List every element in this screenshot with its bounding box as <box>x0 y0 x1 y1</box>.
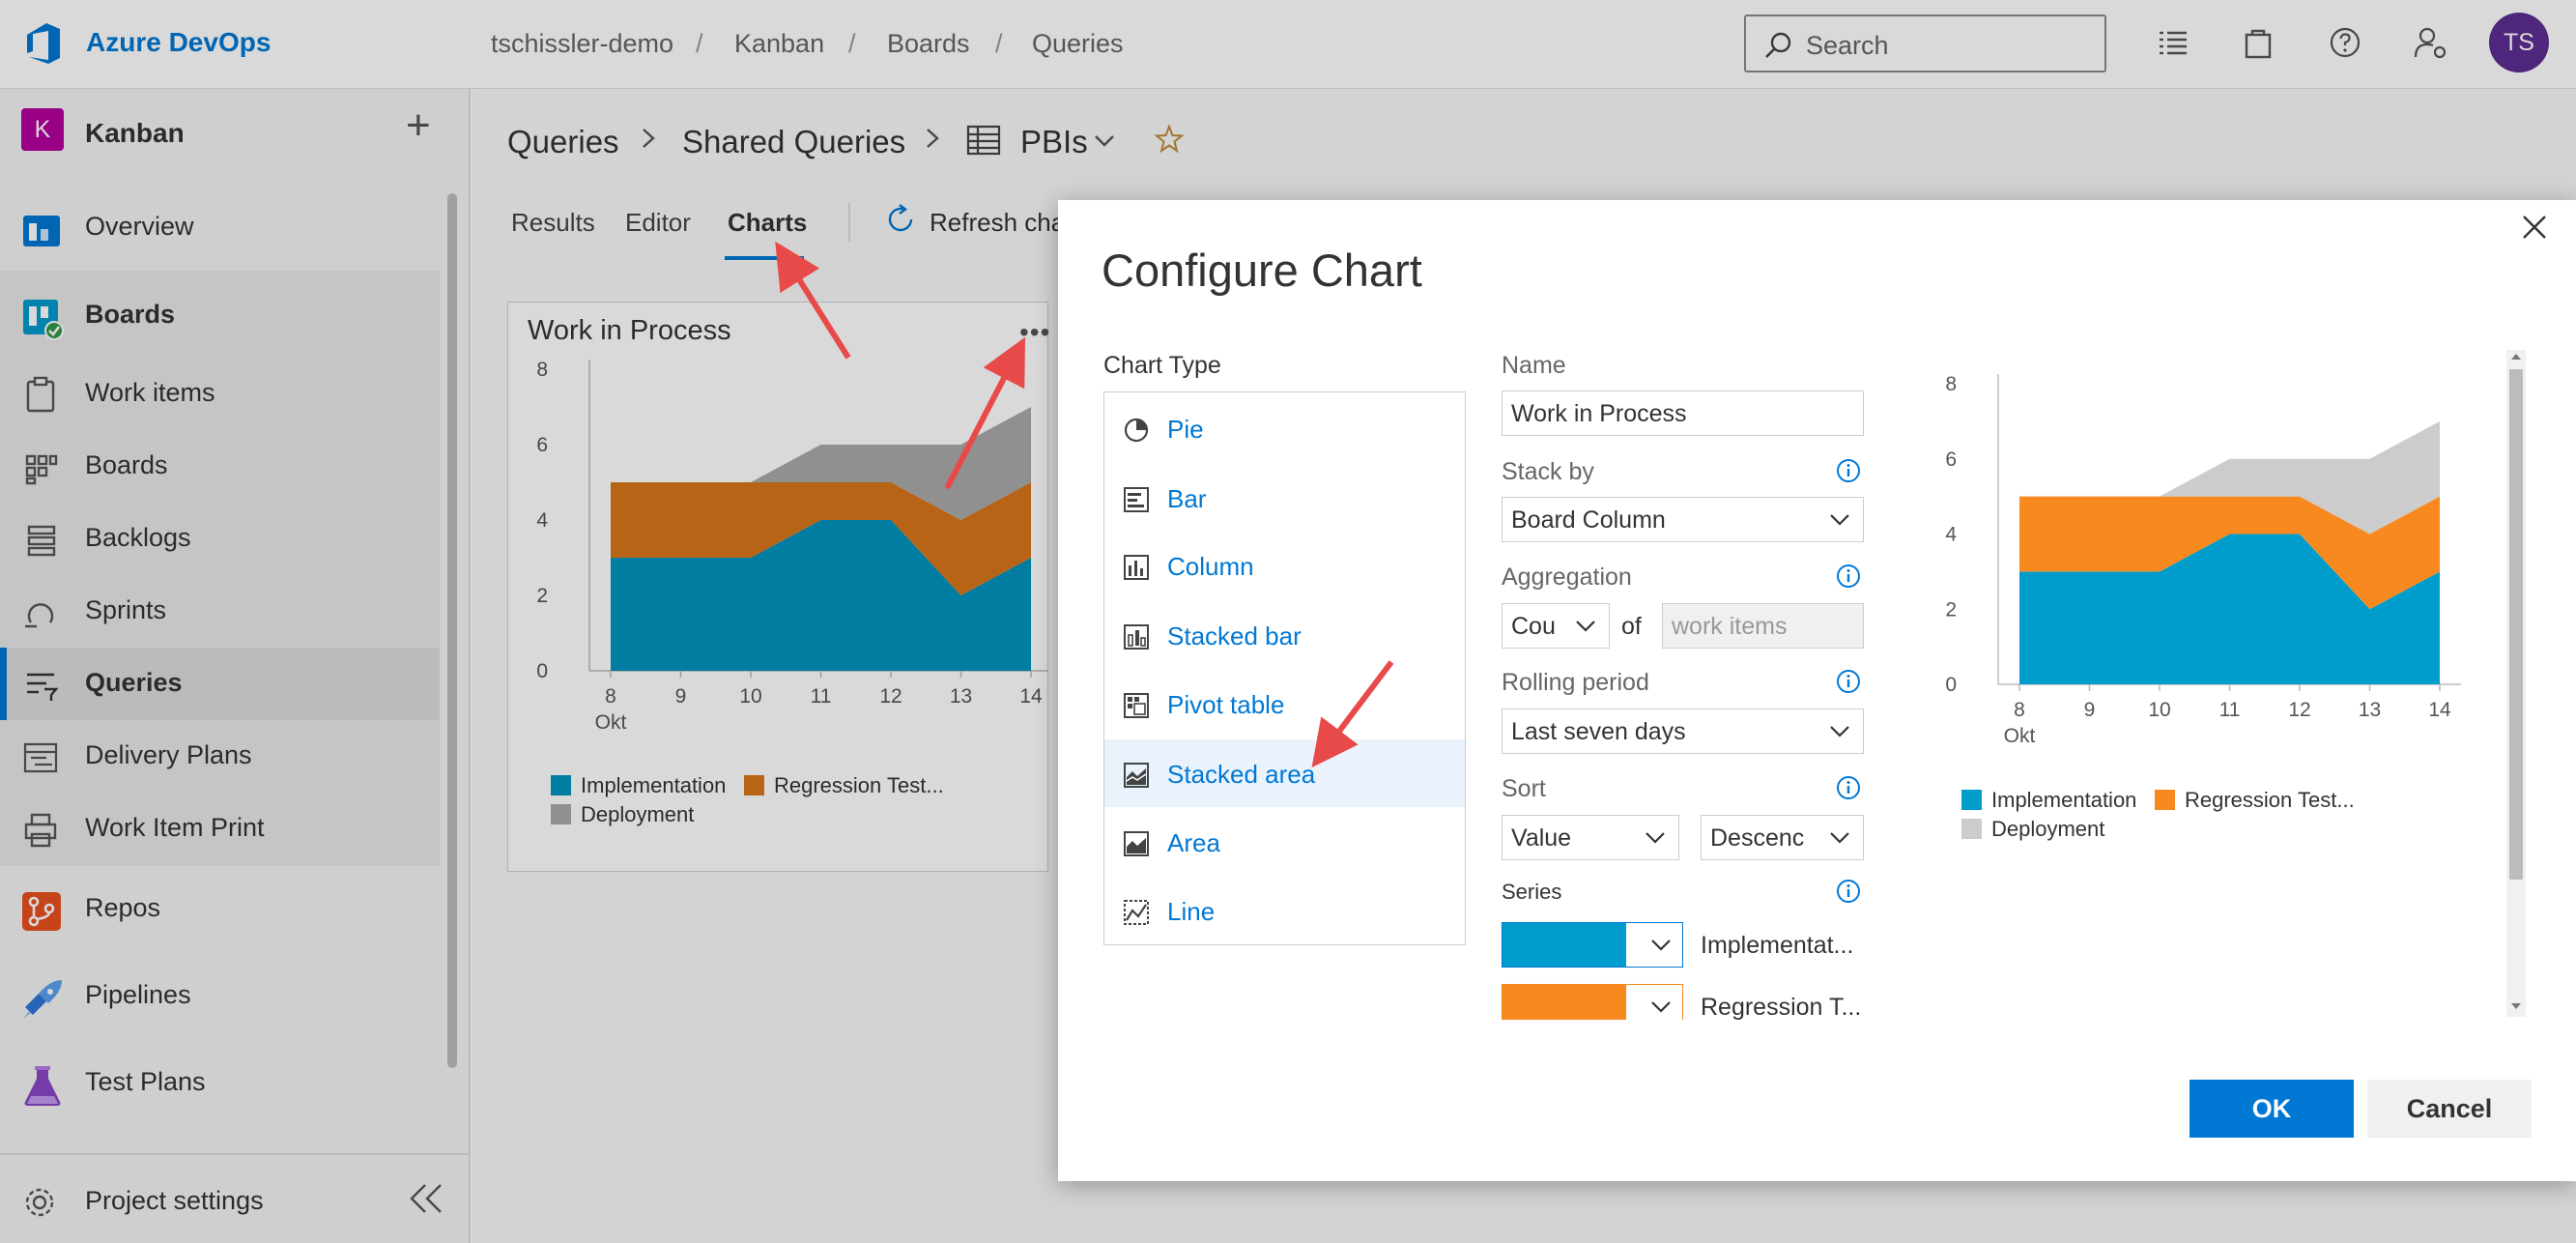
cancel-button[interactable]: Cancel <box>2367 1080 2532 1138</box>
annotation-arrow <box>1311 660 1394 768</box>
ok-button[interactable]: OK <box>2190 1080 2354 1138</box>
annotation-arrows <box>1311 660 1394 768</box>
